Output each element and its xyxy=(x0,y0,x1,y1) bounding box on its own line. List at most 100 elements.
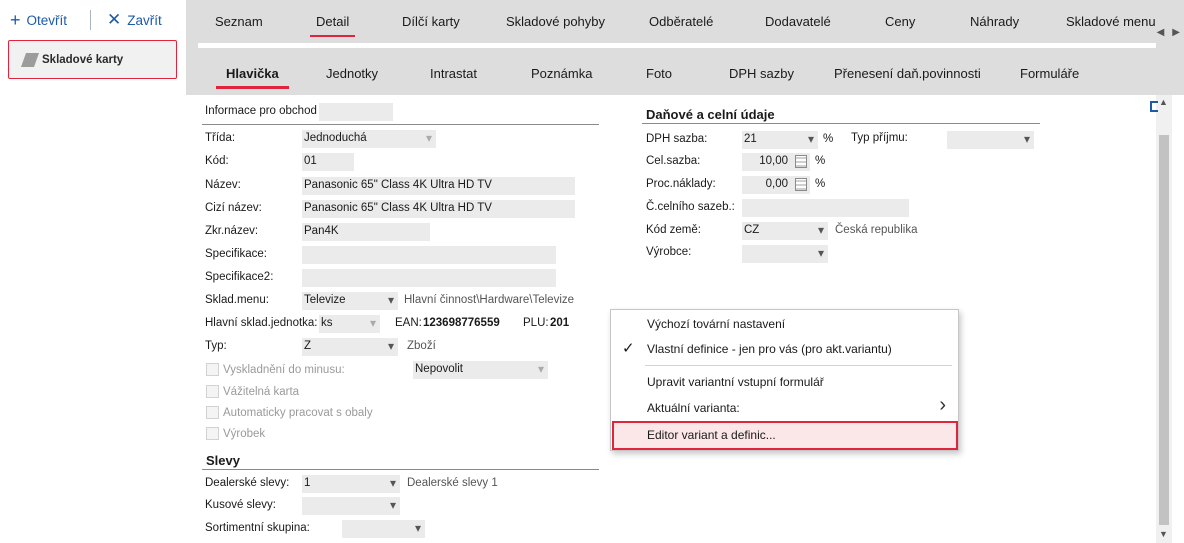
tab-scroll-arrows: ◀ ▶ xyxy=(1157,27,1180,38)
vyrobek-label: Výrobek xyxy=(223,428,266,440)
dph-percent: % xyxy=(823,133,834,145)
tab-skladove-menu[interactable]: Skladové menu xyxy=(1066,14,1156,29)
typ-description: Zboží xyxy=(407,340,436,352)
proc-naklady-label: Proc.náklady: xyxy=(646,178,716,190)
menu-item-variant-editor[interactable]: Editor variant a definic... xyxy=(647,428,776,442)
specifikace2-input[interactable] xyxy=(302,269,556,287)
ean-value: 123698776559 xyxy=(423,317,500,329)
tab-dodavatele[interactable]: Dodavatelé xyxy=(765,14,831,29)
card-icon xyxy=(21,53,39,67)
typ-label: Typ: xyxy=(205,340,227,352)
kod-zeme-description: Česká republika xyxy=(835,224,918,236)
sklad-menu-select[interactable]: Televize xyxy=(302,292,398,310)
menu-item-edit-variant-form[interactable]: Upravit variantní vstupní formulář xyxy=(647,375,824,389)
close-icon: ✕ xyxy=(107,10,122,29)
subtab-hlavicka[interactable]: Hlavička xyxy=(216,66,289,89)
zkr-nazev-input[interactable]: Pan4K xyxy=(302,223,430,241)
dealer-description: Dealerské slevy 1 xyxy=(407,477,498,489)
dealer-select[interactable]: 1 xyxy=(302,475,400,493)
plu-label: PLU: xyxy=(523,317,549,329)
vertical-scrollbar[interactable]: ▲ ▼ xyxy=(1156,95,1172,543)
tax-separator xyxy=(642,123,1040,124)
vyrobce-select[interactable] xyxy=(742,245,828,263)
dph-sazba-label: DPH sazba: xyxy=(646,133,708,145)
trida-select[interactable]: Jednoduchá xyxy=(302,130,436,148)
subtab-formulare[interactable]: Formuláře xyxy=(1020,66,1079,81)
typ-select[interactable]: Z xyxy=(302,338,398,356)
scroll-up-icon[interactable]: ▲ xyxy=(1159,97,1168,107)
plu-value: 201 xyxy=(550,317,570,329)
celni-sazebnik-input[interactable] xyxy=(742,199,909,217)
vyskladneni-label: Vyskladnění do minusu: xyxy=(223,364,345,376)
menu-item-current-variant[interactable]: Aktuální varianta: xyxy=(647,401,740,415)
left-pane: + Otevřít ✕ Zavřít Skladové karty xyxy=(0,0,186,543)
scroll-left-icon[interactable]: ◀ xyxy=(1157,27,1165,38)
vyrobek-checkbox[interactable] xyxy=(206,427,219,440)
sklad-menu-label: Sklad.menu: xyxy=(205,294,269,306)
hlavni-jednotka-label: Hlavní sklad.jednotka: xyxy=(205,317,318,329)
typ-prijmu-label: Typ příjmu: xyxy=(851,132,908,144)
subtab-foto[interactable]: Foto xyxy=(646,66,672,81)
nav-card-skladove-karty[interactable]: Skladové karty xyxy=(8,40,177,79)
specifikace-input[interactable] xyxy=(302,246,556,264)
kod-input[interactable]: 01 xyxy=(302,153,354,171)
tab-nahrady[interactable]: Náhrady xyxy=(970,14,1019,29)
cizi-nazev-input[interactable]: Panasonic 65" Class 4K Ultra HD TV xyxy=(302,200,575,218)
menu-item-own-definition[interactable]: Vlastní definice - jen pro vás (pro akt.… xyxy=(647,342,892,356)
menu-item-factory-defaults[interactable]: Výchozí tovární nastavení xyxy=(647,317,785,331)
chevron-right-icon: › xyxy=(939,394,946,416)
nazev-input[interactable]: Panasonic 65" Class 4K Ultra HD TV xyxy=(302,177,575,195)
specifikace-label: Specifikace: xyxy=(205,248,268,260)
tab-detail[interactable]: Detail xyxy=(309,14,356,37)
context-menu: Výchozí tovární nastavení ✓ Vlastní defi… xyxy=(610,309,959,451)
typ-prijmu-select[interactable] xyxy=(947,131,1034,149)
sub-tabs: Hlavička Jednotky Intrastat Poznámka Fot… xyxy=(186,48,1184,95)
calculator-icon[interactable] xyxy=(795,155,807,168)
vyskladneni-checkbox[interactable] xyxy=(206,363,219,376)
proc-percent: % xyxy=(815,178,826,190)
toolbar-separator xyxy=(90,10,91,30)
ean-label: EAN: xyxy=(395,317,422,329)
scroll-thumb[interactable] xyxy=(1159,135,1169,525)
cel-sazba-label: Cel.sazba: xyxy=(646,155,701,167)
tab-dilci-karty[interactable]: Dílčí karty xyxy=(402,14,460,29)
subtab-poznamka[interactable]: Poznámka xyxy=(531,66,592,81)
tab-odberatele[interactable]: Odběratelé xyxy=(649,14,713,29)
scroll-right-icon[interactable]: ▶ xyxy=(1172,27,1180,38)
slevy-separator xyxy=(202,469,599,470)
kod-zeme-select[interactable]: CZ xyxy=(742,222,828,240)
info-field[interactable] xyxy=(319,103,393,121)
subtab-dph-sazby[interactable]: DPH sazby xyxy=(729,66,794,81)
obaly-checkbox[interactable] xyxy=(206,406,219,419)
form-menu-icon[interactable] xyxy=(1150,101,1158,112)
subtab-preneseni[interactable]: Přenesení daň.povinnosti xyxy=(834,66,981,81)
tab-seznam[interactable]: Seznam xyxy=(215,14,263,29)
cel-percent: % xyxy=(815,155,826,167)
info-label: Informace pro obchod xyxy=(205,105,317,117)
tab-skladove-pohyby[interactable]: Skladové pohyby xyxy=(506,14,605,29)
kusove-select[interactable] xyxy=(302,497,400,515)
close-button[interactable]: ✕ Zavřít xyxy=(107,10,162,30)
dph-sazba-select[interactable]: 21 xyxy=(742,131,818,149)
kod-label: Kód: xyxy=(205,155,229,167)
jednotka-select[interactable]: ks xyxy=(319,315,380,333)
sortiment-select[interactable] xyxy=(342,520,425,538)
main-tabs: Seznam Detail Dílčí karty Skladové pohyb… xyxy=(186,0,1184,48)
nazev-label: Název: xyxy=(205,179,241,191)
vazitelna-checkbox[interactable] xyxy=(206,385,219,398)
subtab-jednotky[interactable]: Jednotky xyxy=(326,66,378,81)
tab-ceny[interactable]: Ceny xyxy=(885,14,915,29)
info-separator xyxy=(202,124,599,125)
slevy-header: Slevy xyxy=(206,453,240,468)
scroll-down-icon[interactable]: ▼ xyxy=(1159,529,1168,539)
subtab-intrastat[interactable]: Intrastat xyxy=(430,66,477,81)
open-button[interactable]: + Otevřít xyxy=(10,10,67,30)
cizi-nazev-label: Cizí název: xyxy=(205,202,262,214)
open-label: Otevřít xyxy=(26,12,68,28)
celni-sazebnik-label: Č.celního sazeb.: xyxy=(646,201,735,213)
vazitelna-label: Vážitelná karta xyxy=(223,386,300,398)
check-icon: ✓ xyxy=(622,340,635,357)
vyskladneni-select[interactable]: Nepovolit xyxy=(413,361,548,379)
zkr-nazev-label: Zkr.název: xyxy=(205,225,259,237)
calculator-icon[interactable] xyxy=(795,178,807,191)
